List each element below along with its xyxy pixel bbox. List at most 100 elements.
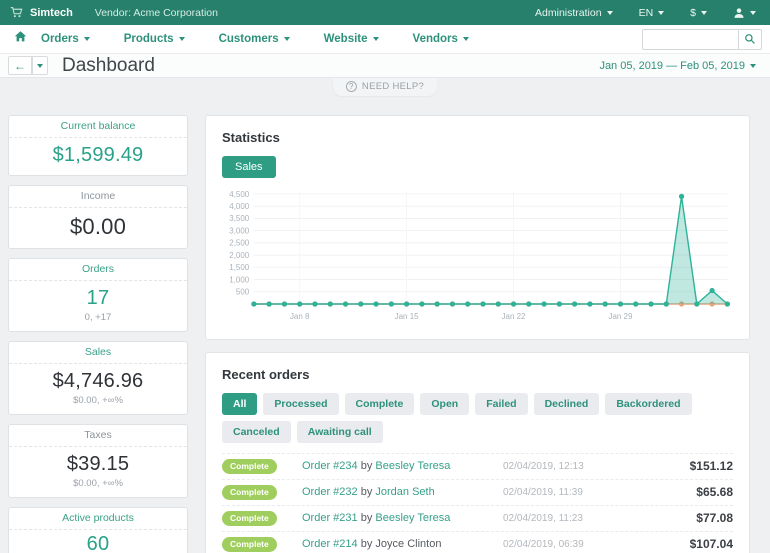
filter-declined[interactable]: Declined [534, 393, 600, 415]
order-total: $107.04 [653, 537, 733, 551]
table-row[interactable]: Complete Order #214 by Joyce Clinton 02/… [222, 531, 733, 553]
card-title-link[interactable]: Active products [9, 508, 187, 530]
chevron-down-icon [701, 11, 707, 15]
card-subvalue: $0.00, +∞% [13, 478, 183, 489]
home-button[interactable] [14, 30, 27, 48]
table-row[interactable]: Complete Order #234 by Beesley Teresa 02… [222, 453, 733, 479]
search-input[interactable] [642, 29, 738, 50]
customer-link[interactable]: Beesley Teresa [375, 512, 450, 524]
administration-menu-label: Administration [535, 7, 602, 19]
back-button[interactable]: ← [8, 56, 32, 75]
chevron-down-icon [750, 64, 756, 68]
card-subvalue: $0.00, +∞% [13, 395, 183, 406]
card-sales[interactable]: Sales $4,746.96 $0.00, +∞% [8, 341, 188, 415]
order-link[interactable]: Order #231 [302, 512, 358, 524]
card-value: $39.15 [13, 453, 183, 476]
statistics-panel: Statistics Sales 5001,0001,5002,0002,500… [205, 115, 750, 340]
chevron-down-icon [607, 11, 613, 15]
table-row[interactable]: Complete Order #231 by Beesley Teresa 02… [222, 505, 733, 531]
need-help-button[interactable]: ? NEED HELP? [333, 78, 437, 96]
svg-text:1,500: 1,500 [229, 263, 249, 272]
nav-item-vendors[interactable]: Vendors [413, 33, 469, 45]
order-date: 02/04/2019, 11:23 [503, 513, 653, 524]
currency-label: $ [690, 7, 696, 19]
card-title-link[interactable]: Sales [9, 342, 187, 364]
nav-item-label: Customers [219, 33, 279, 45]
back-history-dropdown[interactable] [32, 56, 48, 75]
brand-link[interactable]: Simtech [30, 7, 73, 19]
date-range-picker[interactable]: Jan 05, 2019 — Feb 05, 2019 [599, 60, 756, 72]
chevron-down-icon [658, 11, 664, 15]
filter-awaiting-call[interactable]: Awaiting call [297, 421, 383, 443]
table-row[interactable]: Complete Order #232 by Jordan Seth 02/04… [222, 479, 733, 505]
nav-item-products[interactable]: Products [124, 33, 185, 45]
cart-logo-icon [10, 6, 23, 19]
chevron-down-icon [37, 64, 43, 68]
card-title-link[interactable]: Current balance [9, 116, 187, 138]
filter-canceled[interactable]: Canceled [222, 421, 291, 443]
main-column: Statistics Sales 5001,0001,5002,0002,500… [205, 115, 750, 553]
recent-orders-title: Recent orders [222, 367, 733, 382]
card-current-balance[interactable]: Current balance $1,599.49 [8, 115, 188, 176]
customer-link[interactable]: Beesley Teresa [375, 460, 450, 472]
status-badge: Complete [222, 459, 277, 474]
order-link[interactable]: Order #234 [302, 460, 358, 472]
dashboard-content: Current balance $1,599.49 Income $0.00 O… [0, 78, 770, 553]
user-account-menu[interactable] [733, 7, 756, 19]
status-badge: Complete [222, 537, 277, 552]
chevron-down-icon [84, 37, 90, 41]
card-title-link[interactable]: Orders [9, 259, 187, 281]
chevron-down-icon [284, 37, 290, 41]
order-link[interactable]: Order #214 [302, 538, 358, 550]
nav-item-website[interactable]: Website [324, 33, 379, 45]
customer-link[interactable]: Jordan Seth [375, 486, 434, 498]
date-range-label: Jan 05, 2019 — Feb 05, 2019 [599, 60, 745, 72]
card-subvalue: 0, +17 [13, 312, 183, 323]
tab-sales[interactable]: Sales [222, 156, 276, 178]
currency-menu[interactable]: $ [690, 7, 707, 19]
search-button[interactable] [738, 29, 762, 50]
topbar: Simtech Vendor: Acme Corporation Adminis… [0, 0, 770, 25]
order-total: $65.68 [653, 485, 733, 499]
by-label: by [361, 486, 373, 498]
card-title: Taxes [9, 425, 187, 447]
nav-item-orders[interactable]: Orders [41, 33, 90, 45]
svg-text:Jan 22: Jan 22 [502, 312, 526, 321]
language-label: EN [639, 7, 654, 19]
page-title: Dashboard [62, 55, 155, 77]
filter-open[interactable]: Open [420, 393, 469, 415]
svg-text:1,000: 1,000 [229, 275, 249, 284]
filter-backordered[interactable]: Backordered [605, 393, 691, 415]
home-icon [14, 30, 27, 48]
nav-item-customers[interactable]: Customers [219, 33, 290, 45]
status-badge: Complete [222, 511, 277, 526]
filter-failed[interactable]: Failed [475, 393, 527, 415]
order-date: 02/04/2019, 11:39 [503, 487, 653, 498]
card-active-products[interactable]: Active products 60 [8, 507, 188, 553]
card-orders[interactable]: Orders 17 0, +17 [8, 258, 188, 332]
card-value: 60 [13, 533, 183, 553]
chevron-down-icon [179, 37, 185, 41]
by-label: by [361, 512, 373, 524]
filter-processed[interactable]: Processed [263, 393, 338, 415]
by-label: by [361, 460, 373, 472]
order-status-filters: All Processed Complete Open Failed Decli… [222, 393, 733, 453]
vendor-switch-link[interactable]: Vendor: Acme Corporation [95, 7, 218, 19]
card-value: $0.00 [13, 214, 183, 240]
administration-menu[interactable]: Administration [535, 7, 613, 19]
svg-text:2,000: 2,000 [229, 251, 249, 260]
language-menu[interactable]: EN [639, 7, 665, 19]
filter-all[interactable]: All [222, 393, 257, 415]
chevron-down-icon [463, 37, 469, 41]
card-title: Income [9, 186, 187, 208]
order-link[interactable]: Order #232 [302, 486, 358, 498]
question-icon: ? [346, 81, 357, 92]
svg-text:4,000: 4,000 [229, 202, 249, 211]
filter-complete[interactable]: Complete [345, 393, 415, 415]
recent-orders-panel: Recent orders All Processed Complete Ope… [205, 352, 750, 553]
svg-text:3,500: 3,500 [229, 214, 249, 223]
nav-item-label: Website [324, 33, 368, 45]
svg-text:Jan 15: Jan 15 [395, 312, 419, 321]
page-header: ← Dashboard Jan 05, 2019 — Feb 05, 2019 [0, 54, 770, 78]
card-value: 17 [13, 287, 183, 310]
